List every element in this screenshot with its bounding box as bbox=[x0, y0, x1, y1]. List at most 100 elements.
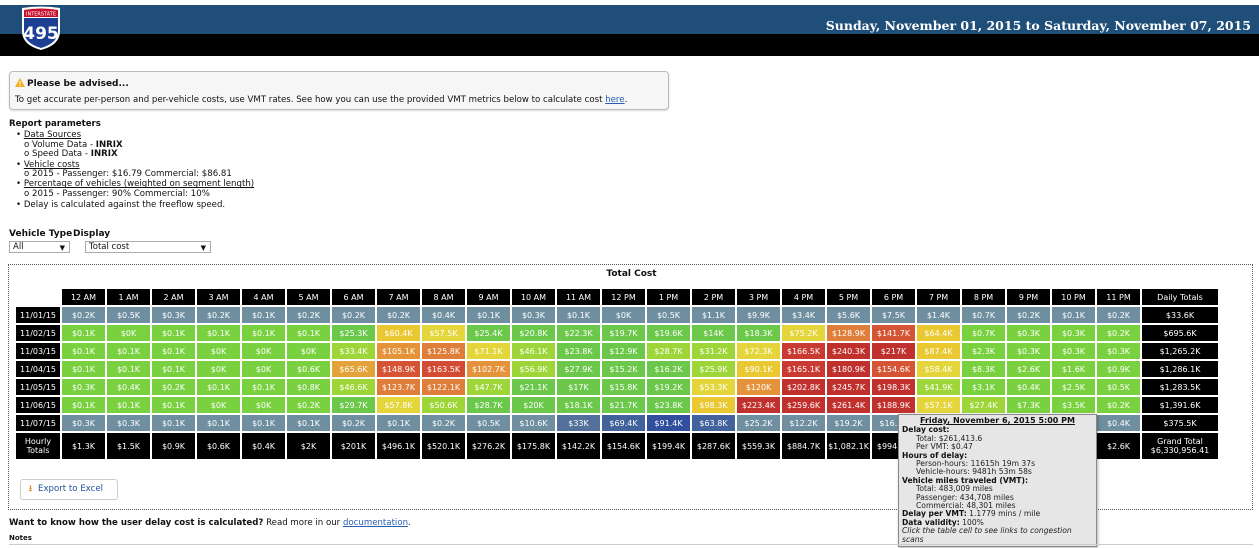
cost-cell[interactable]: $245.7K bbox=[827, 379, 870, 395]
cost-cell[interactable]: $69.4K bbox=[602, 415, 645, 431]
cost-cell[interactable]: $0.3K bbox=[107, 415, 150, 431]
cost-cell[interactable]: $20K bbox=[512, 397, 555, 413]
export-to-excel-button[interactable]: ⭳ Export to Excel bbox=[20, 479, 118, 500]
cost-cell[interactable]: $15.2K bbox=[602, 361, 645, 377]
cost-cell[interactable]: $0.2K bbox=[332, 307, 375, 323]
cost-cell[interactable]: $0.1K bbox=[152, 343, 195, 359]
cost-cell[interactable]: $0.8K bbox=[287, 379, 330, 395]
cost-cell[interactable]: $7.5K bbox=[872, 307, 915, 323]
cost-cell[interactable]: $46.6K bbox=[332, 379, 375, 395]
cost-cell[interactable]: $3.4K bbox=[782, 307, 825, 323]
cost-cell[interactable]: $10.6K bbox=[512, 415, 555, 431]
cost-cell[interactable]: $2.6K bbox=[1007, 361, 1050, 377]
cost-cell[interactable]: $0.1K bbox=[377, 415, 420, 431]
cost-cell[interactable]: $2.3K bbox=[962, 343, 1005, 359]
cost-cell[interactable]: $19.2K bbox=[647, 379, 690, 395]
cost-cell[interactable]: $0.3K bbox=[1007, 325, 1050, 341]
cost-cell[interactable]: $123.7K bbox=[377, 379, 420, 395]
cost-cell[interactable]: $18.1K bbox=[557, 397, 600, 413]
cost-cell[interactable]: $166.5K bbox=[782, 343, 825, 359]
cost-cell[interactable]: $63.8K bbox=[692, 415, 735, 431]
cost-cell[interactable]: $0.1K bbox=[107, 361, 150, 377]
cost-cell[interactable]: $19.7K bbox=[602, 325, 645, 341]
cost-cell[interactable]: $8.3K bbox=[962, 361, 1005, 377]
cost-cell[interactable]: $23.8K bbox=[557, 343, 600, 359]
cost-cell[interactable]: $23.8K bbox=[647, 397, 690, 413]
cost-cell[interactable]: $0.2K bbox=[377, 307, 420, 323]
cost-cell[interactable]: $0.3K bbox=[1052, 325, 1095, 341]
cost-cell[interactable]: $125.8K bbox=[422, 343, 465, 359]
cost-cell[interactable]: $87.4K bbox=[917, 343, 960, 359]
cost-cell[interactable]: $25.4K bbox=[467, 325, 510, 341]
cost-cell[interactable]: $1.4K bbox=[917, 307, 960, 323]
cost-cell[interactable]: $5.6K bbox=[827, 307, 870, 323]
cost-cell[interactable]: $0.2K bbox=[1097, 397, 1140, 413]
cost-cell[interactable]: $33.4K bbox=[332, 343, 375, 359]
cost-cell[interactable]: $163.5K bbox=[422, 361, 465, 377]
cost-cell[interactable]: $0.2K bbox=[332, 415, 375, 431]
cost-cell[interactable]: $259.6K bbox=[782, 397, 825, 413]
cost-cell[interactable]: $90.1K bbox=[737, 361, 780, 377]
cost-cell[interactable]: $1.1K bbox=[692, 307, 735, 323]
cost-cell[interactable]: $0K bbox=[602, 307, 645, 323]
cost-cell[interactable]: $0.1K bbox=[242, 325, 285, 341]
cost-cell[interactable]: $56.9K bbox=[512, 361, 555, 377]
cost-cell[interactable]: $0.3K bbox=[62, 379, 105, 395]
cost-cell[interactable]: $0.1K bbox=[152, 325, 195, 341]
cost-cell[interactable]: $0.2K bbox=[152, 379, 195, 395]
cost-cell[interactable]: $202.8K bbox=[782, 379, 825, 395]
cost-cell[interactable]: $0.1K bbox=[107, 343, 150, 359]
cost-cell[interactable]: $19.6K bbox=[647, 325, 690, 341]
cost-cell[interactable]: $0K bbox=[197, 397, 240, 413]
cost-cell[interactable]: $27.4K bbox=[962, 397, 1005, 413]
cost-cell[interactable]: $31.2K bbox=[692, 343, 735, 359]
cost-cell[interactable]: $0.5K bbox=[1097, 379, 1140, 395]
cost-cell[interactable]: $98.3K bbox=[692, 397, 735, 413]
cost-cell[interactable]: $22.3K bbox=[557, 325, 600, 341]
cost-cell[interactable]: $0.1K bbox=[62, 397, 105, 413]
cost-cell[interactable]: $57.1K bbox=[917, 397, 960, 413]
cost-cell[interactable]: $0.1K bbox=[197, 379, 240, 395]
cost-cell[interactable]: $14K bbox=[692, 325, 735, 341]
cost-cell[interactable]: $19.2K bbox=[827, 415, 870, 431]
cost-cell[interactable]: $223.4K bbox=[737, 397, 780, 413]
cost-cell[interactable]: $102.7K bbox=[467, 361, 510, 377]
cost-cell[interactable]: $0.3K bbox=[512, 307, 555, 323]
advisory-here-link[interactable]: here bbox=[605, 95, 624, 105]
cost-cell[interactable]: $122.1K bbox=[422, 379, 465, 395]
cost-cell[interactable]: $71.1K bbox=[467, 343, 510, 359]
cost-cell[interactable]: $75.2K bbox=[782, 325, 825, 341]
cost-cell[interactable]: $120K bbox=[737, 379, 780, 395]
cost-cell[interactable]: $0.2K bbox=[422, 415, 465, 431]
cost-cell[interactable]: $64.4K bbox=[917, 325, 960, 341]
display-select[interactable]: Total cost ▼ bbox=[85, 241, 211, 253]
cost-cell[interactable]: $0.4K bbox=[1097, 415, 1140, 431]
cost-cell[interactable]: $0.3K bbox=[152, 307, 195, 323]
cost-cell[interactable]: $0.2K bbox=[1097, 307, 1140, 323]
cost-cell[interactable]: $0K bbox=[287, 343, 330, 359]
cost-cell[interactable]: $28.7K bbox=[647, 343, 690, 359]
cost-cell[interactable]: $57.8K bbox=[377, 397, 420, 413]
cost-cell[interactable]: $7.3K bbox=[1007, 397, 1050, 413]
cost-cell[interactable]: $0.1K bbox=[1052, 307, 1095, 323]
cost-cell[interactable]: $0.6K bbox=[287, 361, 330, 377]
cost-cell[interactable]: $0.1K bbox=[107, 397, 150, 413]
cost-cell[interactable]: $0.1K bbox=[62, 343, 105, 359]
cost-cell[interactable]: $20.8K bbox=[512, 325, 555, 341]
cost-cell[interactable]: $1.6K bbox=[1052, 361, 1095, 377]
cost-cell[interactable]: $0.4K bbox=[107, 379, 150, 395]
cost-cell[interactable]: $0.2K bbox=[197, 307, 240, 323]
cost-cell[interactable]: $0.3K bbox=[1052, 343, 1095, 359]
cost-cell[interactable]: $0.3K bbox=[62, 415, 105, 431]
cost-cell[interactable]: $72.3K bbox=[737, 343, 780, 359]
cost-cell[interactable]: $0.4K bbox=[1007, 379, 1050, 395]
cost-cell[interactable]: $0.2K bbox=[62, 307, 105, 323]
cost-cell[interactable]: $0.1K bbox=[152, 397, 195, 413]
cost-cell[interactable]: $41.9K bbox=[917, 379, 960, 395]
cost-cell[interactable]: $33K bbox=[557, 415, 600, 431]
cost-cell[interactable]: $0.2K bbox=[1097, 325, 1140, 341]
documentation-link[interactable]: documentation bbox=[343, 518, 408, 528]
cost-cell[interactable]: $15.8K bbox=[602, 379, 645, 395]
cost-cell[interactable]: $0.1K bbox=[197, 325, 240, 341]
cost-cell[interactable]: $0.2K bbox=[287, 307, 330, 323]
